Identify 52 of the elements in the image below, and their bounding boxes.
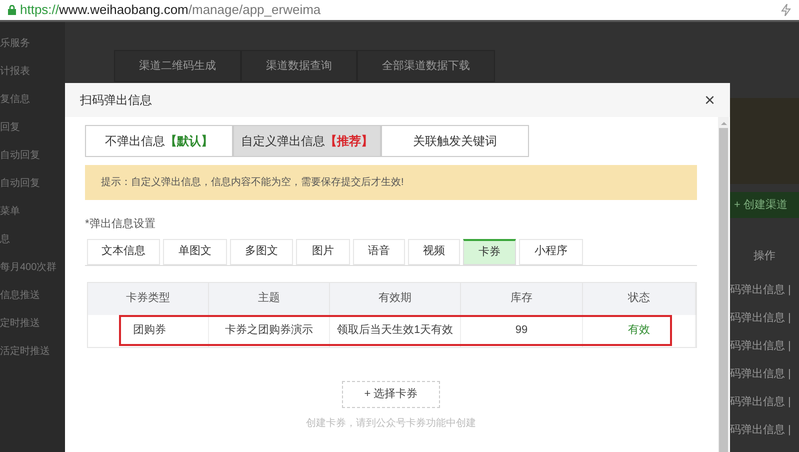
sidebar-item[interactable]: 复信息: [0, 92, 65, 109]
row-action-link[interactable]: 码弹出信息 |: [730, 416, 799, 444]
background-tab[interactable]: 渠道数据查询: [241, 50, 357, 82]
create-button[interactable]: + 创建渠道: [730, 192, 799, 218]
close-button[interactable]: ×: [704, 91, 715, 109]
sidebar-item[interactable]: 每月400次群: [0, 260, 65, 277]
sidebar-item[interactable]: 计报表: [0, 64, 65, 81]
notice-banner: 提示：自定义弹出信息，信息内容不能为空，需要保存提交后才生效!: [85, 165, 697, 200]
sidebar-item[interactable]: 自动回复: [0, 148, 65, 165]
sidebar-item[interactable]: 菜单: [0, 204, 65, 221]
mode-tab[interactable]: 关联触发关键词: [381, 125, 529, 157]
row-action-link[interactable]: 码弹出信息 |: [730, 276, 799, 304]
type-tab[interactable]: 小程序: [519, 238, 583, 264]
mode-tab[interactable]: 不弹出信息【默认】: [85, 125, 233, 157]
column-header: 有效期: [330, 282, 461, 314]
background-tab[interactable]: 全部渠道数据下载: [357, 50, 495, 82]
lightning-icon[interactable]: [781, 4, 791, 16]
column-header: 主题: [209, 282, 330, 314]
dialog-title: 扫码弹出信息: [80, 92, 152, 109]
select-coupon-button[interactable]: + 选择卡券: [342, 380, 440, 408]
mode-tab[interactable]: 自定义弹出信息【推荐】: [233, 125, 381, 157]
row-action-link[interactable]: 码弹出信息 |: [730, 332, 799, 360]
type-tab[interactable]: 视频: [408, 238, 460, 264]
row-action-link[interactable]: 码弹出信息 |: [730, 304, 799, 332]
type-tab[interactable]: 单图文: [163, 238, 227, 264]
sidebar-item[interactable]: 息: [0, 232, 65, 249]
column-header: 操作: [752, 248, 776, 264]
url-text: https://www.weihaobang.com/manage/app_erweima: [20, 1, 321, 20]
sidebar-item[interactable]: 乐服务: [0, 36, 65, 53]
sidebar-item[interactable]: 定时推送: [0, 316, 65, 333]
lock-icon: [8, 5, 16, 15]
scrollbar-thumb[interactable]: [719, 128, 728, 452]
background-tab[interactable]: 渠道二维码生成: [114, 50, 241, 82]
row-action-link[interactable]: 码弹出信息 |: [730, 388, 799, 416]
hint-text: 创建卡券，请到公众号卡券功能中创建: [306, 416, 476, 430]
address-bar[interactable]: https://www.weihaobang.com/manage/app_erweima: [0, 0, 799, 22]
scroll-up-icon[interactable]: [720, 121, 726, 126]
type-tab[interactable]: 文本信息: [87, 238, 160, 264]
type-tab[interactable]: 卡券: [463, 238, 516, 264]
type-tab[interactable]: 多图文: [230, 238, 293, 264]
column-header: 卡券类型: [88, 282, 209, 314]
sidebar-item[interactable]: 回复: [0, 120, 65, 137]
sidebar-item[interactable]: 自动回复: [0, 176, 65, 193]
type-tab[interactable]: 语音: [353, 238, 405, 264]
sidebar-item[interactable]: 活定时推送: [0, 344, 65, 361]
sidebar-item[interactable]: 信息推送: [0, 288, 65, 305]
row-action-link[interactable]: 码弹出信息 |: [730, 360, 799, 388]
section-label: *弹出信息设置: [85, 217, 156, 232]
type-tab[interactable]: 图片: [296, 238, 350, 264]
column-header: 库存: [461, 282, 583, 314]
column-header: 状态: [583, 282, 696, 314]
scrollbar[interactable]: [718, 117, 729, 452]
